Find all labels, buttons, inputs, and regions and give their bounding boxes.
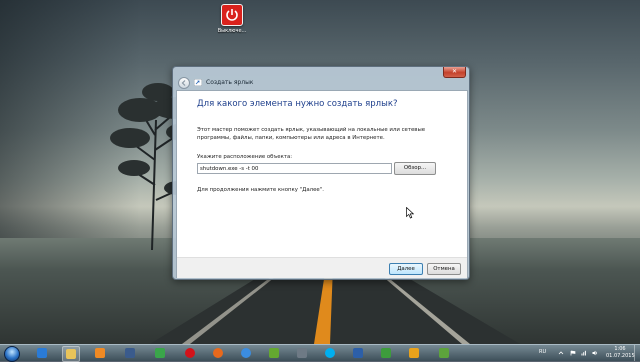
taskbar-app-button[interactable] xyxy=(406,346,422,360)
file-explorer-icon xyxy=(66,349,76,359)
show-desktop-button[interactable] xyxy=(634,345,640,361)
utility-icon xyxy=(297,348,307,358)
skype-icon xyxy=(325,348,335,358)
taskbar-app-button[interactable] xyxy=(34,346,50,360)
taskbar-app-button[interactable] xyxy=(294,346,310,360)
system-tray: RU 1:06 01.07.2015 xyxy=(536,345,640,361)
ship-app-icon xyxy=(125,348,135,358)
back-button[interactable] xyxy=(178,77,190,89)
firefox-icon xyxy=(213,348,223,358)
terminal-c-icon xyxy=(439,348,449,358)
continue-hint: Для продолжения нажмите кнопку "Далее". xyxy=(197,187,324,193)
title-bar: Создать ярлык ✕ xyxy=(173,67,469,89)
camtasia-recorder-icon xyxy=(381,348,391,358)
taskbar-app-button[interactable] xyxy=(322,346,338,360)
flag-icon[interactable] xyxy=(570,350,576,356)
next-button[interactable]: Далее xyxy=(389,263,423,275)
browse-button[interactable]: Обзор... xyxy=(394,162,436,175)
green-app-icon xyxy=(155,348,165,358)
power-icon xyxy=(221,4,243,26)
desktop-shortcut-label: Выключе... xyxy=(217,28,247,34)
start-button[interactable] xyxy=(2,345,20,362)
taskbar-app-button[interactable] xyxy=(152,346,168,360)
taskbar-app-button[interactable] xyxy=(92,346,108,360)
language-indicator[interactable]: RU xyxy=(539,349,546,355)
media-icon xyxy=(353,348,363,358)
close-button[interactable]: ✕ xyxy=(443,67,466,78)
chrome-icon xyxy=(241,348,251,358)
taskbar: RU 1:06 01.07.2015 xyxy=(0,344,640,362)
wizard-footer: Далее Отмена xyxy=(177,257,467,278)
taskbar-app-button[interactable] xyxy=(378,346,394,360)
taskbar-app-button[interactable] xyxy=(436,346,452,360)
cancel-button[interactable]: Отмена xyxy=(427,263,461,275)
opera-icon xyxy=(185,348,195,358)
camtasia-icon xyxy=(269,348,279,358)
arrow-left-icon xyxy=(181,80,186,86)
taskbar-app-button[interactable] xyxy=(122,346,138,360)
taskbar-app-button[interactable] xyxy=(266,346,282,360)
wizard-content: Для какого элемента нужно создать ярлык?… xyxy=(176,90,468,278)
taskbar-app-button[interactable] xyxy=(350,346,366,360)
mouse-cursor-icon xyxy=(406,207,414,219)
taskbar-app-button[interactable] xyxy=(210,346,226,360)
network-icon[interactable] xyxy=(581,350,587,356)
shortcut-arrow-icon xyxy=(194,79,202,86)
media-player-icon xyxy=(95,348,105,358)
location-input[interactable] xyxy=(197,163,392,174)
chevron-up-icon[interactable] xyxy=(558,350,564,356)
speaker-icon[interactable] xyxy=(592,350,598,356)
window-title: Создать ярлык xyxy=(206,79,254,86)
desktop-shortcut-shutdown[interactable]: Выключе... xyxy=(212,4,252,34)
clock-date: 01.07.2015 xyxy=(606,352,635,359)
headset-icon xyxy=(409,348,419,358)
taskbar-app-button[interactable] xyxy=(182,346,198,360)
taskbar-app-button[interactable] xyxy=(238,346,254,360)
location-label: Укажите расположение объекта: xyxy=(197,154,293,160)
create-shortcut-wizard: Создать ярлык ✕ Для какого элемента нужн… xyxy=(172,66,470,280)
clock[interactable]: 1:06 01.07.2015 xyxy=(606,346,635,359)
wizard-description: Этот мастер поможет создать ярлык, указы… xyxy=(197,127,426,141)
internet-explorer-icon xyxy=(37,348,47,358)
wizard-heading: Для какого элемента нужно создать ярлык? xyxy=(197,99,398,109)
